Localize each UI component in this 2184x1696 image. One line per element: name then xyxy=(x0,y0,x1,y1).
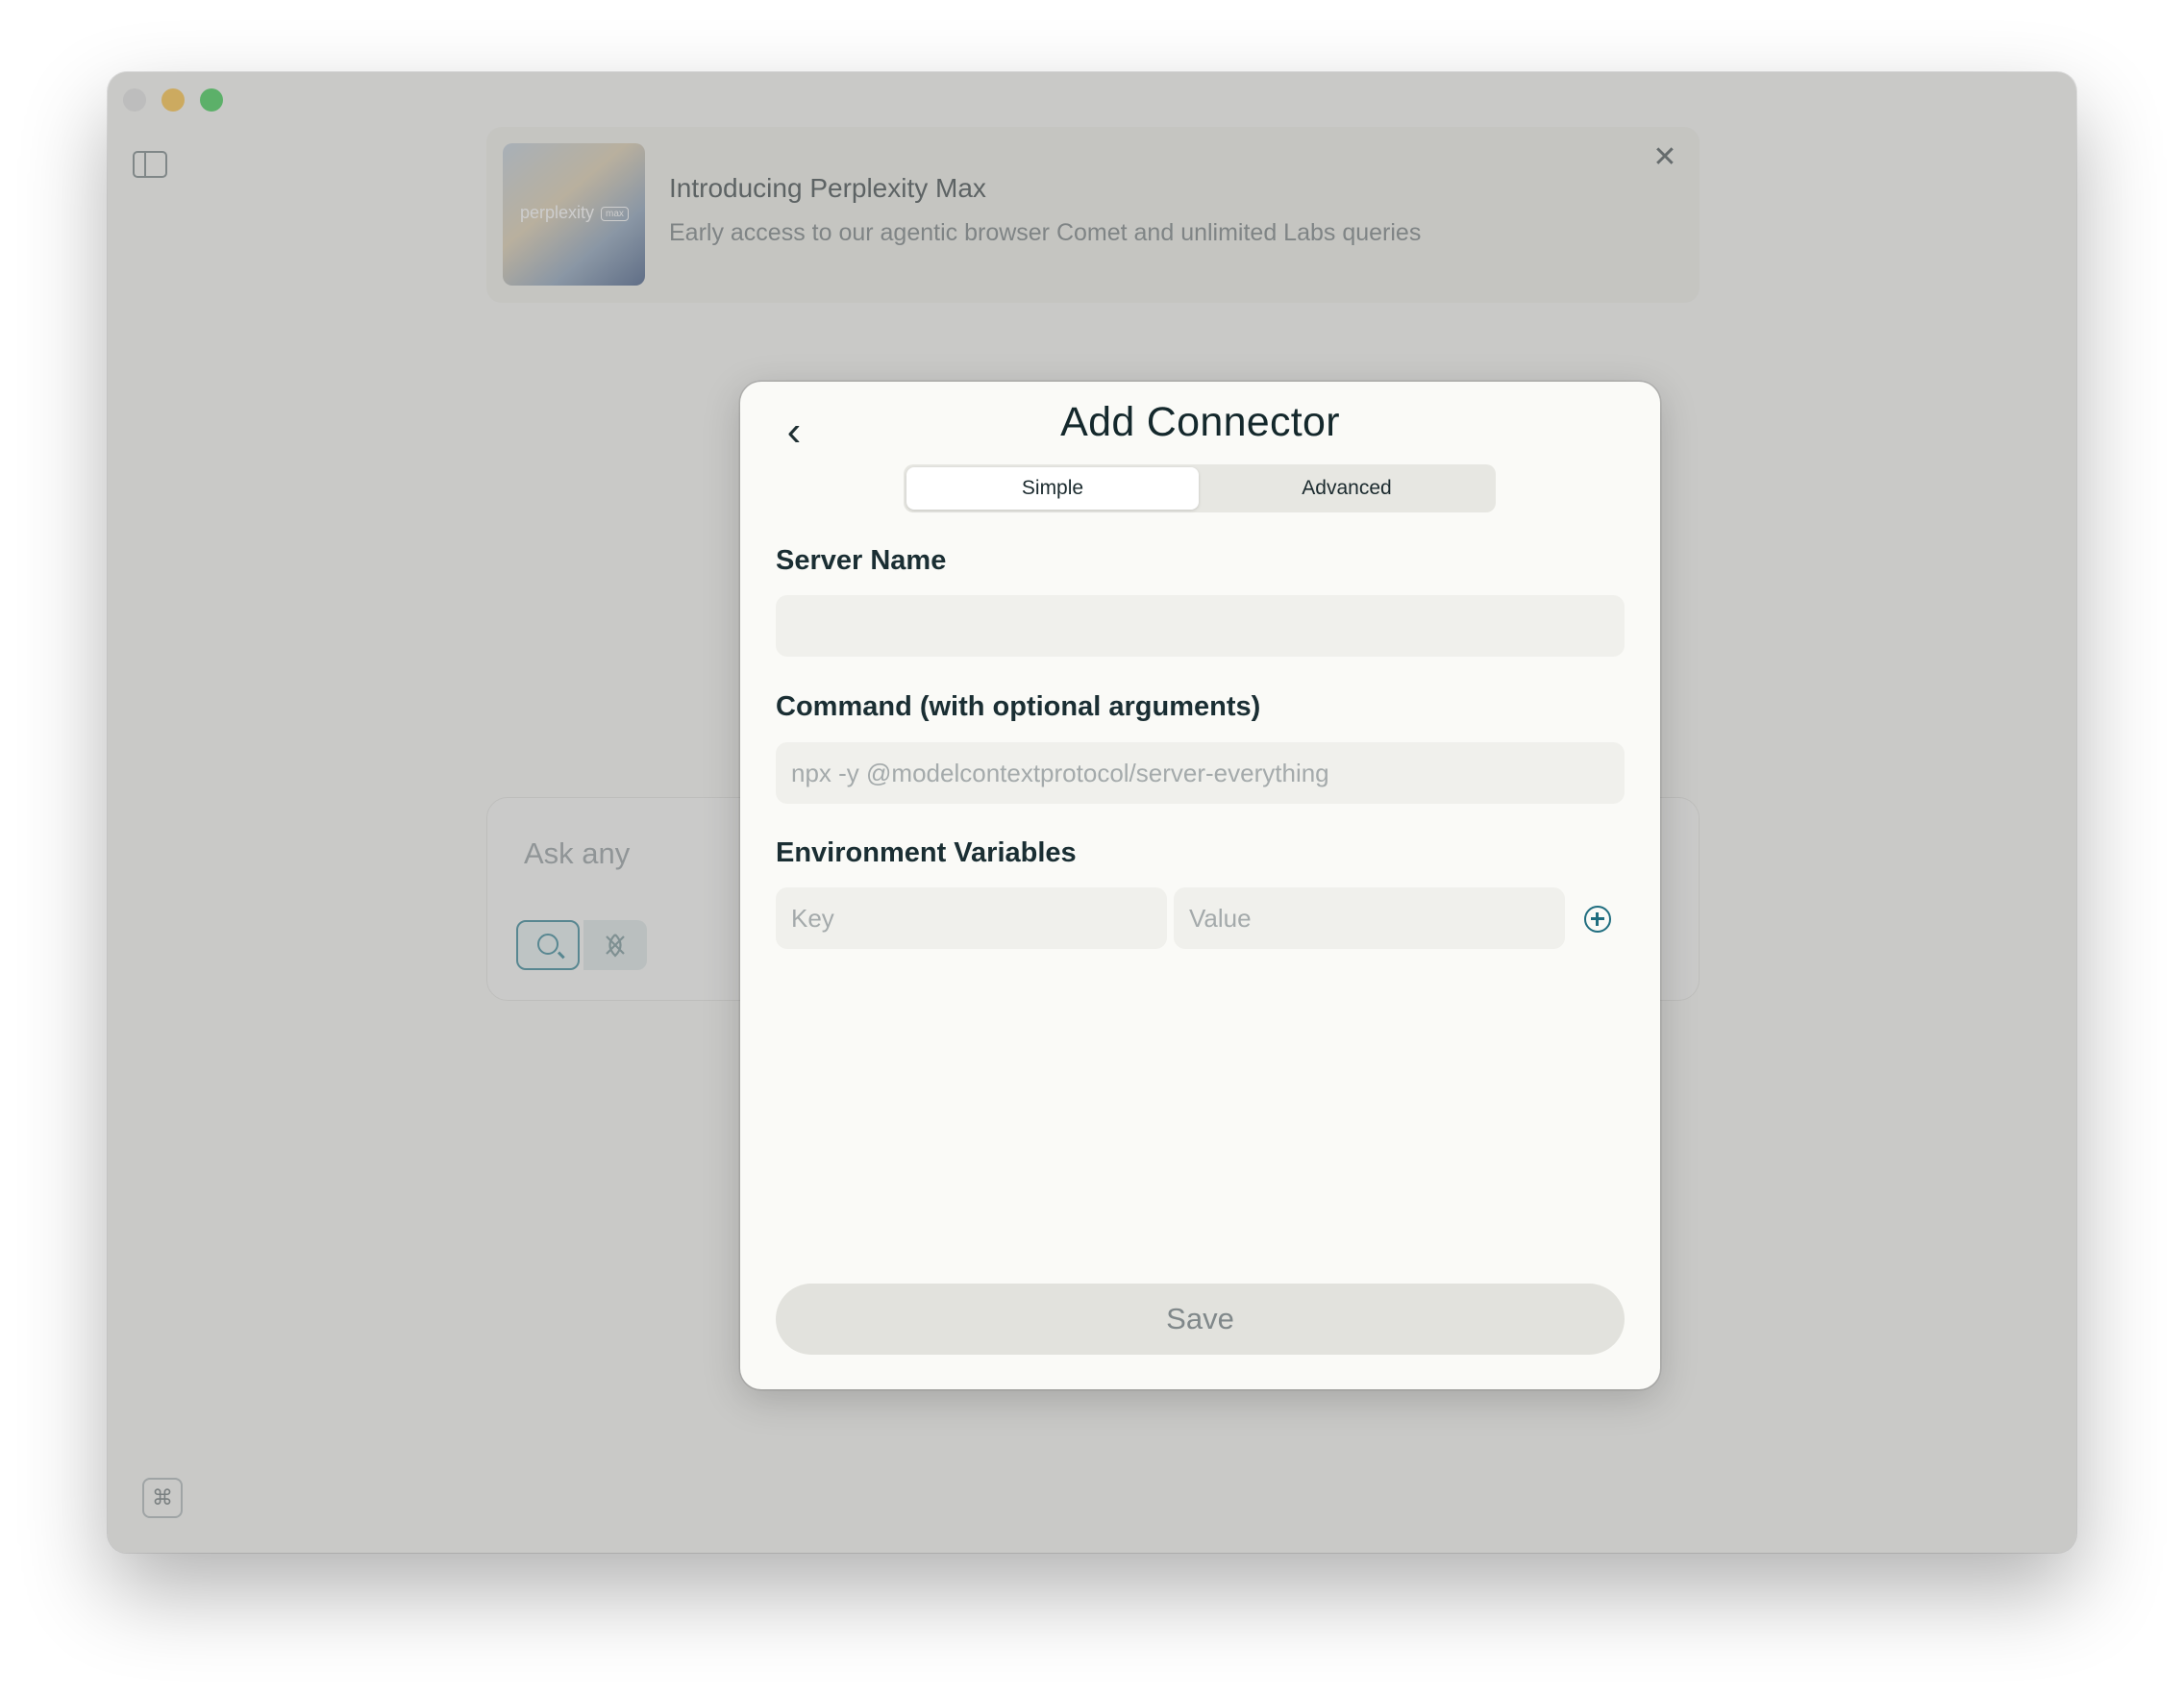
command-input[interactable] xyxy=(776,742,1625,804)
env-variables-label: Environment Variables xyxy=(776,837,1077,868)
tab-advanced[interactable]: Advanced xyxy=(1201,467,1493,510)
server-name-input[interactable] xyxy=(776,595,1625,657)
save-button[interactable]: Save xyxy=(776,1284,1625,1355)
add-connector-dialog: ‹ Add Connector Simple Advanced Server N… xyxy=(740,382,1660,1389)
env-key-input[interactable] xyxy=(776,887,1167,949)
tab-simple[interactable]: Simple xyxy=(906,467,1199,510)
command-label: Command (with optional arguments) xyxy=(776,691,1261,722)
app-window: perplexity max Introducing Perplexity Ma… xyxy=(108,72,2076,1553)
dialog-title: Add Connector xyxy=(1060,399,1340,445)
env-value-input[interactable] xyxy=(1174,887,1565,949)
mode-segmented-control: Simple Advanced xyxy=(904,464,1496,512)
plus-circle-icon[interactable] xyxy=(1584,906,1611,933)
server-name-label: Server Name xyxy=(776,545,947,576)
